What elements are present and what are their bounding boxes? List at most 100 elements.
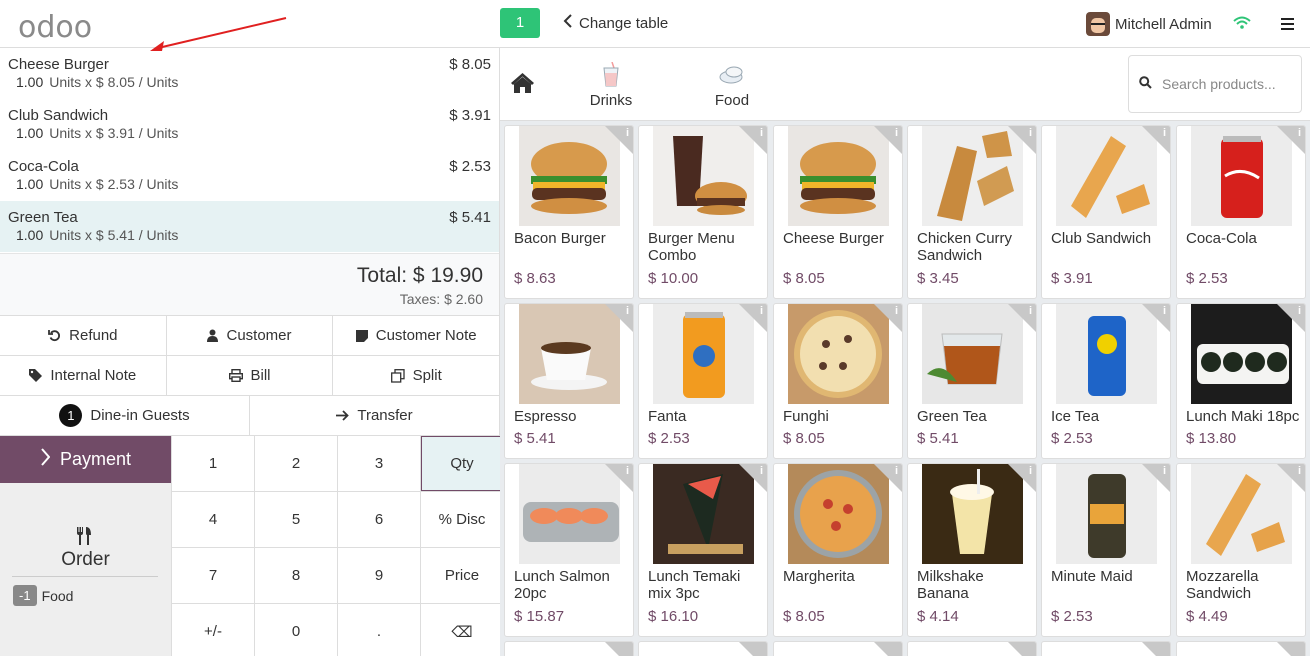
wifi-icon[interactable] [1233, 16, 1251, 34]
product-card[interactable]: i Club Sandwich $ 3.91 [1041, 125, 1171, 299]
info-icon[interactable]: i [760, 127, 763, 139]
info-icon[interactable]: i [1163, 305, 1166, 317]
info-icon[interactable]: i [1029, 305, 1032, 317]
internal-note-button[interactable]: Internal Note [0, 356, 167, 395]
info-icon[interactable]: i [1298, 305, 1301, 317]
product-card[interactable]: i Minute Maid $ 2.53 [1041, 463, 1171, 637]
numpad-key[interactable]: 1 [172, 436, 254, 491]
info-icon[interactable]: i [1029, 465, 1032, 477]
numpad-key[interactable]: 3 [338, 436, 420, 491]
product-card[interactable]: i Lunch Maki 18pc $ 13.80 [1176, 303, 1306, 459]
numpad-key[interactable]: Qty [421, 436, 503, 491]
numpad-key[interactable]: 0 [255, 604, 337, 656]
bill-label: Bill [250, 367, 271, 384]
customer-button[interactable]: Customer [167, 316, 334, 355]
info-icon[interactable]: i [760, 465, 763, 477]
print-icon [228, 369, 243, 382]
product-info-tab[interactable] [1008, 642, 1036, 656]
product-name: Minute Maid [1051, 568, 1133, 585]
product-card[interactable]: i Lunch Temaki mix 3pc $ 16.10 [638, 463, 768, 637]
orderline-selected[interactable]: Green Tea $ 5.41 1.00 Units x $ 5.41 / Un… [0, 201, 499, 252]
numpad-key[interactable]: . [338, 604, 420, 656]
product-card[interactable]: i Milkshake Banana $ 4.14 [907, 463, 1037, 637]
info-icon[interactable]: i [626, 305, 629, 317]
numpad-key[interactable]: 5 [255, 492, 337, 547]
numpad-key[interactable]: 8 [255, 548, 337, 603]
orderline[interactable]: Coca-Cola $ 2.53 1.00 Units x $ 2.53 / Un… [0, 150, 499, 201]
product-card[interactable] [773, 641, 903, 656]
numpad-key[interactable]: Price [421, 548, 503, 603]
orderline-detail: 1.00 Units x $ 3.91 / Units [16, 125, 178, 141]
product-card[interactable]: i Bacon Burger $ 8.63 [504, 125, 634, 299]
order-send-panel[interactable]: Order -1 Food [0, 483, 171, 656]
info-icon[interactable]: i [895, 305, 898, 317]
product-card[interactable] [1176, 641, 1306, 656]
product-card[interactable] [638, 641, 768, 656]
product-name: Margherita [783, 568, 855, 585]
info-icon[interactable]: i [1029, 127, 1032, 139]
product-card[interactable] [907, 641, 1037, 656]
payment-button[interactable]: Payment [0, 436, 171, 483]
table-number-badge[interactable]: 1 [500, 8, 540, 38]
product-card[interactable]: i Coca-Cola $ 2.53 [1176, 125, 1306, 299]
dine-in-guests-button[interactable]: 1 Dine-in Guests [0, 396, 250, 435]
product-card[interactable]: i Green Tea $ 5.41 [907, 303, 1037, 459]
product-price: $ 16.10 [648, 608, 699, 625]
refund-label: Refund [69, 327, 118, 344]
search-input[interactable] [1162, 76, 1292, 92]
product-info-tab[interactable] [739, 642, 767, 656]
product-price: $ 8.63 [514, 270, 556, 287]
info-icon[interactable]: i [1163, 465, 1166, 477]
product-card[interactable]: i Chicken Curry Sandwich $ 3.45 [907, 125, 1037, 299]
hamburger-menu-icon[interactable] [1281, 18, 1294, 33]
info-icon[interactable]: i [895, 465, 898, 477]
product-card[interactable]: i Burger Menu Combo $ 10.00 [638, 125, 768, 299]
numpad-key[interactable]: % Disc [421, 492, 503, 547]
info-icon[interactable]: i [760, 305, 763, 317]
product-card[interactable]: i Espresso $ 5.41 [504, 303, 634, 459]
product-card[interactable] [504, 641, 634, 656]
product-card[interactable]: i Lunch Salmon 20pc $ 15.87 [504, 463, 634, 637]
numpad-key[interactable]: 2 [255, 436, 337, 491]
product-card[interactable]: i Fanta $ 2.53 [638, 303, 768, 459]
category-drinks[interactable]: Drinks [571, 61, 651, 109]
customer-note-button[interactable]: Customer Note [333, 316, 499, 355]
user-menu[interactable]: Mitchell Admin [1086, 12, 1212, 36]
info-icon[interactable]: i [1298, 127, 1301, 139]
info-icon[interactable]: i [895, 127, 898, 139]
product-card[interactable] [1041, 641, 1171, 656]
info-icon[interactable]: i [626, 127, 629, 139]
split-button[interactable]: Split [333, 356, 499, 395]
orderline[interactable]: Club Sandwich $ 3.91 1.00 Units x $ 3.91 … [0, 99, 499, 150]
orderline-unit-info: Units x $ 2.53 / Units [49, 176, 179, 192]
product-price: $ 2.53 [1186, 270, 1228, 287]
product-info-tab[interactable] [1277, 642, 1305, 656]
refund-button[interactable]: Refund [0, 316, 167, 355]
home-icon[interactable] [510, 72, 535, 98]
product-info-tab[interactable] [1142, 642, 1170, 656]
product-card[interactable]: i Ice Tea $ 2.53 [1041, 303, 1171, 459]
product-card[interactable]: i Cheese Burger $ 8.05 [773, 125, 903, 299]
product-card[interactable]: i Funghi $ 8.05 [773, 303, 903, 459]
product-card[interactable]: i Margherita $ 8.05 [773, 463, 903, 637]
numpad-key[interactable]: 7 [172, 548, 254, 603]
category-food[interactable]: Food [692, 62, 772, 109]
numpad-key[interactable]: ⌫ [421, 604, 503, 656]
orderline-list: Cheese Burger $ 8.05 1.00 Units x $ 8.05 … [0, 48, 499, 253]
info-icon[interactable]: i [1163, 127, 1166, 139]
product-info-tab[interactable] [874, 642, 902, 656]
transfer-button[interactable]: Transfer [250, 396, 499, 435]
search-box[interactable] [1128, 55, 1302, 113]
product-name: Burger Menu Combo [648, 230, 735, 264]
product-info-tab[interactable] [605, 642, 633, 656]
change-table-button[interactable]: Change table [563, 14, 668, 33]
numpad-key[interactable]: 9 [338, 548, 420, 603]
user-icon [207, 329, 219, 342]
product-card[interactable]: i Mozzarella Sandwich $ 4.49 [1176, 463, 1306, 637]
info-icon[interactable]: i [626, 465, 629, 477]
numpad-key[interactable]: +/- [172, 604, 254, 656]
info-icon[interactable]: i [1298, 465, 1301, 477]
numpad-key[interactable]: 6 [338, 492, 420, 547]
numpad-key[interactable]: 4 [172, 492, 254, 547]
bill-button[interactable]: Bill [167, 356, 334, 395]
